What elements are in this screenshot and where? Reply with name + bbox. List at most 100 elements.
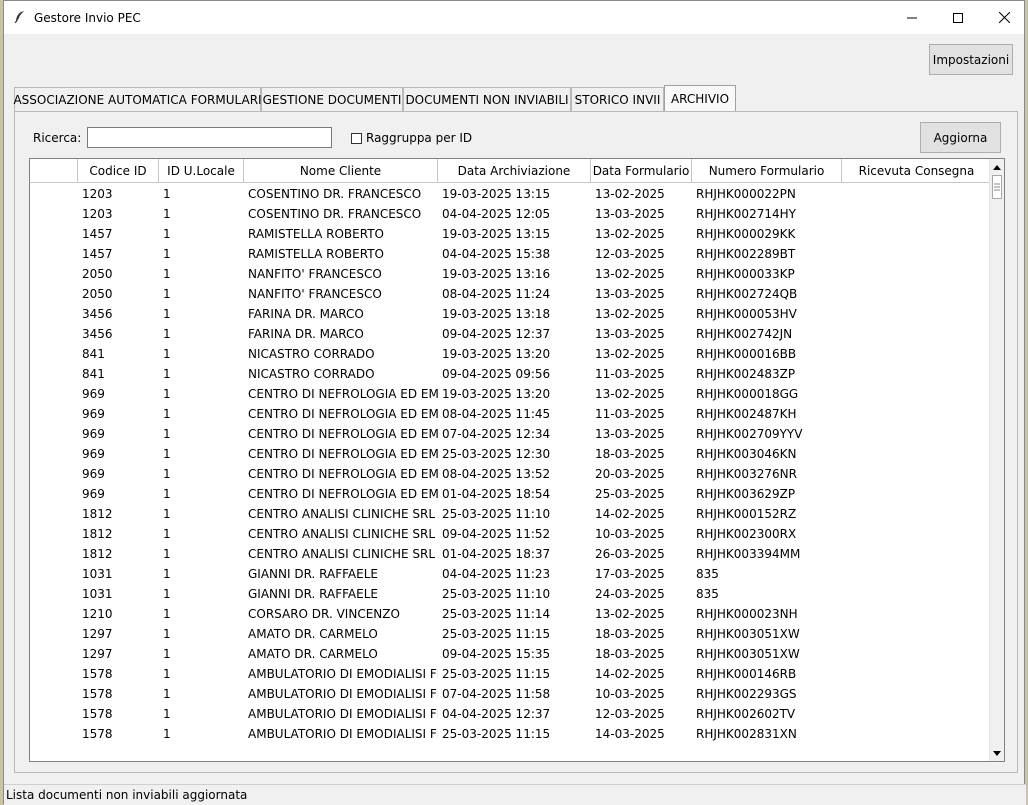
cell-numero-formulario: RHJHK002483ZP	[696, 367, 796, 381]
cell-id-ulocale: 1	[163, 327, 171, 341]
cell-id-ulocale: 1	[163, 407, 171, 421]
cell-data-formulario: 10-03-2025	[595, 687, 665, 701]
cell-data-formulario: 13-02-2025	[595, 387, 665, 401]
table-row[interactable]: 969 1 CENTRO DI NEFROLOGIA ED EMOD 08-04-20…	[30, 404, 992, 424]
cell-ricevuta-consegna	[842, 264, 992, 284]
cell-id-ulocale: 1	[163, 567, 171, 581]
table-row[interactable]: 1210 1 CORSARO DR. VINCENZO 25-03-2025 11:1…	[30, 604, 992, 624]
cell-numero-formulario: RHJHK002300RX	[696, 527, 797, 541]
cell-nome-cliente: COSENTINO DR. FRANCESCO	[248, 207, 422, 221]
header-col-data-archiviazione[interactable]: Data Archiviazione	[438, 159, 591, 183]
table-row[interactable]: 1578 1 AMBULATORIO DI EMODIALISI FLO 07-04-…	[30, 684, 992, 704]
settings-button[interactable]: Impostazioni	[929, 44, 1013, 75]
tab-storico-invii[interactable]: STORICO INVII	[571, 87, 664, 111]
table-row[interactable]: 969 1 CENTRO DI NEFROLOGIA ED EMOD 19-03-20…	[30, 384, 992, 404]
close-icon	[998, 12, 1010, 23]
table-row[interactable]: 1457 1 RAMISTELLA ROBERTO 19-03-2025 13:15 1…	[30, 224, 992, 244]
table-row[interactable]: 969 1 CENTRO DI NEFROLOGIA ED EMOD 08-04-20…	[30, 464, 992, 484]
cell-codice-id: 969	[82, 427, 105, 441]
cell-nome-cliente: CENTRO DI NEFROLOGIA ED EMOD	[248, 387, 438, 401]
cell-data-formulario: 12-03-2025	[595, 707, 665, 721]
vertical-scrollbar[interactable]	[989, 159, 1004, 761]
title-bar[interactable]: Gestore Invio PEC	[4, 1, 1024, 34]
table-row[interactable]: 1031 1 GIANNI DR. RAFFAELE 25-03-2025 11:10…	[30, 584, 992, 604]
table-row[interactable]: 1578 1 AMBULATORIO DI EMODIALISI FLO 25-03-…	[30, 664, 992, 684]
cell-data-archiviazione: 09-04-2025 12:37	[442, 327, 551, 341]
scroll-up-button[interactable]	[990, 160, 1004, 174]
cell-data-formulario: 14-02-2025	[595, 667, 665, 681]
table-row[interactable]: 3456 1 FARINA DR. MARCO 09-04-2025 12:37 13-…	[30, 324, 992, 344]
table-row[interactable]: 1031 1 GIANNI DR. RAFFAELE 04-04-2025 11:23…	[30, 564, 992, 584]
cell-numero-formulario: RHJHK003394MM	[696, 547, 801, 561]
table-row[interactable]: 1297 1 AMATO DR. CARMELO 09-04-2025 15:35 18…	[30, 644, 992, 664]
header-col-numero-formulario[interactable]: Numero Formulario	[692, 159, 842, 183]
tab-archivio[interactable]: ARCHIVIO	[664, 85, 736, 111]
cell-data-archiviazione: 25-03-2025 11:15	[442, 667, 551, 681]
header-col-ricevuta-consegna[interactable]: Ricevuta Consegna	[842, 159, 992, 183]
minimize-button[interactable]	[889, 1, 935, 34]
cell-codice-id: 969	[82, 447, 105, 461]
cell-codice-id: 969	[82, 467, 105, 481]
table-row[interactable]: 1203 1 COSENTINO DR. FRANCESCO 04-04-2025 1…	[30, 204, 992, 224]
header-col-id-ulocale[interactable]: ID U.Locale	[159, 159, 244, 183]
scroll-down-button[interactable]	[990, 746, 1004, 760]
cell-data-archiviazione: 19-03-2025 13:20	[442, 387, 551, 401]
scrollbar-thumb[interactable]	[992, 175, 1002, 199]
row-tree-cell	[30, 184, 78, 204]
table-row[interactable]: 1812 1 CENTRO ANALISI CLINICHE SRL 09-04-20…	[30, 524, 992, 544]
grip-icon	[994, 183, 1000, 191]
archive-table[interactable]: Codice ID ID U.Locale Nome Cliente Data Arc…	[29, 158, 1005, 762]
table-row[interactable]: 1297 1 AMATO DR. CARMELO 25-03-2025 11:15 18…	[30, 624, 992, 644]
table-row[interactable]: 3456 1 FARINA DR. MARCO 19-03-2025 13:18 13-…	[30, 304, 992, 324]
cell-data-archiviazione: 04-04-2025 12:37	[442, 707, 551, 721]
refresh-button[interactable]: Aggiorna	[920, 122, 1001, 153]
cell-id-ulocale: 1	[163, 607, 171, 621]
cell-nome-cliente: CENTRO ANALISI CLINICHE SRL	[248, 507, 436, 521]
status-text: Lista documenti non inviabili aggiornata	[6, 788, 248, 802]
table-row[interactable]: 969 1 CENTRO DI NEFROLOGIA ED EMOD 25-03-20…	[30, 444, 992, 464]
tab-associazione[interactable]: ASSOCIAZIONE AUTOMATICA FORMULARI	[13, 87, 262, 111]
search-label: Ricerca:	[33, 131, 82, 145]
cell-numero-formulario: RHJHK002293GS	[696, 687, 797, 701]
cell-data-archiviazione: 25-03-2025 12:30	[442, 447, 551, 461]
table-row[interactable]: 1812 1 CENTRO ANALISI CLINICHE SRL 01-04-20…	[30, 544, 992, 564]
table-row[interactable]: 2050 1 NANFITO' FRANCESCO 19-03-2025 13:16 1…	[30, 264, 992, 284]
cell-data-archiviazione: 07-04-2025 12:34	[442, 427, 551, 441]
table-row[interactable]: 1203 1 COSENTINO DR. FRANCESCO 19-03-2025 1…	[30, 184, 992, 204]
row-tree-cell	[30, 684, 78, 704]
table-row[interactable]: 1457 1 RAMISTELLA ROBERTO 04-04-2025 15:38 1…	[30, 244, 992, 264]
cell-id-ulocale: 1	[163, 727, 171, 741]
cell-data-archiviazione: 25-03-2025 11:14	[442, 607, 551, 621]
tab-gestione-documenti[interactable]: GESTIONE DOCUMENTI	[261, 87, 403, 111]
maximize-button[interactable]	[935, 1, 981, 34]
header-col-tree[interactable]	[30, 159, 78, 183]
table-row[interactable]: 969 1 CENTRO DI NEFROLOGIA ED EMOD 07-04-20…	[30, 424, 992, 444]
table-row[interactable]: 1812 1 CENTRO ANALISI CLINICHE SRL 25-03-20…	[30, 504, 992, 524]
cell-id-ulocale: 1	[163, 587, 171, 601]
table-row[interactable]: 1578 1 AMBULATORIO DI EMODIALISI FLO 04-04-…	[30, 704, 992, 724]
cell-nome-cliente: AMBULATORIO DI EMODIALISI FLO	[248, 727, 438, 741]
cell-ricevuta-consegna	[842, 424, 992, 444]
cell-data-formulario: 18-03-2025	[595, 447, 665, 461]
table-row[interactable]: 841 1 NICASTRO CORRADO 19-03-2025 13:20 13-0…	[30, 344, 992, 364]
cell-numero-formulario: RHJHK000146RB	[696, 667, 797, 681]
header-col-nome-cliente[interactable]: Nome Cliente	[244, 159, 438, 183]
cell-data-archiviazione: 19-03-2025 13:16	[442, 267, 551, 281]
group-by-id-label: Raggruppa per ID	[366, 131, 473, 145]
cell-ricevuta-consegna	[842, 224, 992, 244]
search-input[interactable]	[87, 127, 332, 148]
table-row[interactable]: 1578 1 AMBULATORIO DI EMODIALISI FLO 25-03-…	[30, 724, 992, 744]
row-tree-cell	[30, 544, 78, 564]
cell-nome-cliente: FARINA DR. MARCO	[248, 327, 364, 341]
table-row[interactable]: 841 1 NICASTRO CORRADO 09-04-2025 09:56 11-0…	[30, 364, 992, 384]
header-col-codice-id[interactable]: Codice ID	[78, 159, 159, 183]
close-button[interactable]	[981, 1, 1027, 34]
cell-data-formulario: 20-03-2025	[595, 467, 665, 481]
tab-documenti-non-inviabili[interactable]: DOCUMENTI NON INVIABILI	[403, 87, 571, 111]
group-by-id-checkbox[interactable]	[351, 133, 362, 144]
table-row[interactable]: 969 1 CENTRO DI NEFROLOGIA ED EMOD 01-04-20…	[30, 484, 992, 504]
cell-numero-formulario: RHJHK002709YYV	[696, 427, 803, 441]
table-row[interactable]: 2050 1 NANFITO' FRANCESCO 08-04-2025 11:24 1…	[30, 284, 992, 304]
cell-numero-formulario: RHJHK003046KN	[696, 447, 797, 461]
header-col-data-formulario[interactable]: Data Formulario	[591, 159, 692, 183]
